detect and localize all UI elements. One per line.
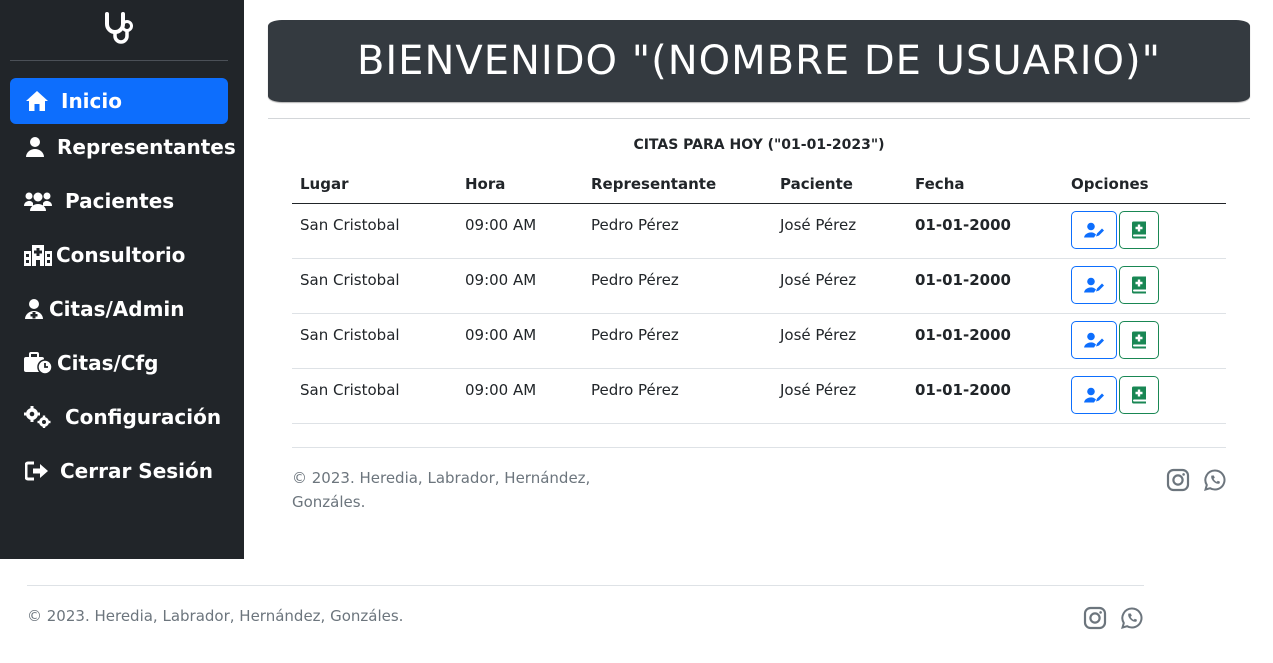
table-row: San Cristobal 09:00 AM Pedro Pérez José Pér… xyxy=(292,368,1226,424)
divider xyxy=(268,118,1250,119)
sidebar-item-label: Citas/Admin xyxy=(49,297,185,321)
briefcase-clock-icon xyxy=(24,352,52,374)
sidebar-item-cerrar-sesion[interactable]: Cerrar Sesión xyxy=(10,448,228,494)
column-header-patient: Paciente xyxy=(772,166,907,204)
cell-representative: Pedro Pérez xyxy=(583,258,772,314)
home-icon xyxy=(26,91,48,111)
sidebar-item-label: Consultorio xyxy=(56,243,186,267)
page-title: BIENVENIDO "(NOMBRE DE USUARIO)" xyxy=(356,38,1162,84)
page-footer-copyright: © 2023. Heredia, Labrador, Hernández, Go… xyxy=(27,607,404,625)
cell-representative: Pedro Pérez xyxy=(583,203,772,259)
sidebar-item-citas-cfg[interactable]: Citas/Cfg xyxy=(10,340,228,386)
cell-date: 01-01-2000 xyxy=(907,313,1063,369)
column-header-time: Hora xyxy=(457,166,583,204)
edit-representative-button[interactable] xyxy=(1071,375,1117,414)
cell-place: San Cristobal xyxy=(292,368,457,424)
sidebar-item-label: Pacientes xyxy=(65,189,175,213)
cell-place: San Cristobal xyxy=(292,313,457,369)
cell-place: San Cristobal xyxy=(292,258,457,314)
sidebar-item-citas-admin[interactable]: Citas/Admin xyxy=(10,286,228,332)
footer-divider xyxy=(292,447,1226,448)
cell-place: San Cristobal xyxy=(292,203,457,259)
hospital-icon xyxy=(24,245,52,266)
column-header-place: Lugar xyxy=(292,166,457,204)
book-medical-icon xyxy=(1132,331,1146,348)
add-medical-record-button[interactable] xyxy=(1119,320,1159,359)
instagram-icon[interactable] xyxy=(1083,606,1107,630)
user-icon xyxy=(26,137,44,157)
edit-representative-button[interactable] xyxy=(1071,210,1117,249)
book-medical-icon xyxy=(1132,221,1146,238)
cell-time: 09:00 AM xyxy=(457,313,583,369)
appointments-table: Lugar Hora Representante Paciente Fecha … xyxy=(292,166,1226,424)
sidebar-item-consultorio[interactable]: Consultorio xyxy=(10,232,228,278)
user-doctor-icon xyxy=(25,299,43,319)
sign-out-icon xyxy=(25,461,48,481)
column-header-options: Opciones xyxy=(1063,166,1226,204)
user-edit-icon xyxy=(1084,387,1104,402)
add-medical-record-button[interactable] xyxy=(1119,265,1159,304)
cell-representative: Pedro Pérez xyxy=(583,313,772,369)
whatsapp-icon[interactable] xyxy=(1203,468,1227,492)
cell-time: 09:00 AM xyxy=(457,258,583,314)
page-footer-divider xyxy=(27,585,1144,586)
book-medical-icon xyxy=(1132,276,1146,293)
users-icon xyxy=(24,192,52,211)
sidebar-divider xyxy=(10,60,228,61)
cell-options xyxy=(1063,368,1226,424)
cell-options xyxy=(1063,203,1226,259)
sidebar: Inicio Representantes Pacientes Consulto… xyxy=(0,0,244,559)
table-row: San Cristobal 09:00 AM Pedro Pérez José Pér… xyxy=(292,313,1226,369)
table-header-row: Lugar Hora Representante Paciente Fecha … xyxy=(292,166,1226,204)
user-edit-icon xyxy=(1084,222,1104,237)
welcome-banner: BIENVENIDO "(NOMBRE DE USUARIO)" xyxy=(268,20,1250,102)
cell-patient: José Pérez xyxy=(772,258,907,314)
user-edit-icon xyxy=(1084,277,1104,292)
book-medical-icon xyxy=(1132,386,1146,403)
add-medical-record-button[interactable] xyxy=(1119,210,1159,249)
appointments-caption: CITAS PARA HOY ("01-01-2023") xyxy=(633,137,885,153)
sidebar-item-pacientes[interactable]: Pacientes xyxy=(10,178,228,224)
cell-options xyxy=(1063,258,1226,314)
user-edit-icon xyxy=(1084,332,1104,347)
sidebar-item-inicio[interactable]: Inicio xyxy=(10,78,228,124)
table-row: San Cristobal 09:00 AM Pedro Pérez José Pér… xyxy=(292,258,1226,314)
cell-time: 09:00 AM xyxy=(457,203,583,259)
sidebar-item-label: Cerrar Sesión xyxy=(60,459,213,483)
sidebar-item-label: Inicio xyxy=(61,89,122,113)
whatsapp-icon[interactable] xyxy=(1120,606,1144,630)
sidebar-item-label: Citas/Cfg xyxy=(57,351,159,375)
add-medical-record-button[interactable] xyxy=(1119,375,1159,414)
sidebar-item-representantes[interactable]: Representantes xyxy=(10,124,236,170)
edit-representative-button[interactable] xyxy=(1071,265,1117,304)
table-row: San Cristobal 09:00 AM Pedro Pérez José Pér… xyxy=(292,203,1226,259)
cell-patient: José Pérez xyxy=(772,368,907,424)
column-header-date: Fecha xyxy=(907,166,1063,204)
cell-patient: José Pérez xyxy=(772,203,907,259)
cell-date: 01-01-2000 xyxy=(907,258,1063,314)
sidebar-item-label: Configuración xyxy=(65,405,222,429)
sidebar-item-configuracion[interactable]: Configuración xyxy=(10,394,228,440)
cell-date: 01-01-2000 xyxy=(907,203,1063,259)
cell-representative: Pedro Pérez xyxy=(583,368,772,424)
cell-time: 09:00 AM xyxy=(457,368,583,424)
sidebar-item-label: Representantes xyxy=(57,135,236,159)
instagram-icon[interactable] xyxy=(1166,468,1190,492)
gears-icon xyxy=(24,406,51,428)
cell-date: 01-01-2000 xyxy=(907,368,1063,424)
cell-patient: José Pérez xyxy=(772,313,907,369)
footer-copyright: © 2023. Heredia, Labrador, Hernández, Go… xyxy=(292,469,591,511)
column-header-representative: Representante xyxy=(583,166,772,204)
stethoscope-icon xyxy=(105,12,133,44)
cell-options xyxy=(1063,313,1226,369)
edit-representative-button[interactable] xyxy=(1071,320,1117,359)
